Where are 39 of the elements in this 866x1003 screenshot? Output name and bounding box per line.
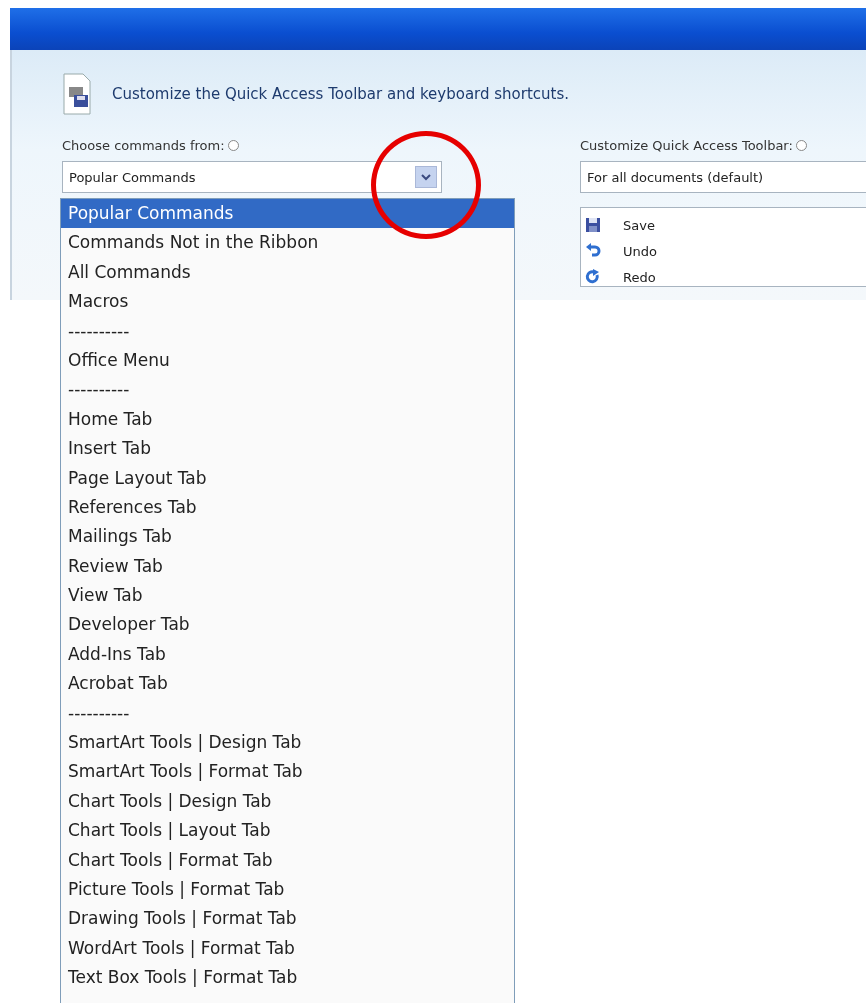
dropdown-option[interactable]: View Tab: [61, 581, 514, 611]
dropdown-option[interactable]: Commands Not in the Ribbon: [61, 228, 514, 258]
dropdown-option[interactable]: Page Layout Tab: [61, 463, 514, 493]
header-text: Customize the Quick Access Toolbar and keyboard shortcuts.: [112, 85, 570, 103]
dropdown-option[interactable]: Home Tab: [61, 404, 514, 435]
dropdown-option[interactable]: ----------: [61, 316, 514, 346]
commands-dropdown[interactable]: Popular Commands: [62, 161, 442, 193]
dropdown-option[interactable]: Chart Tools | Layout Tab: [61, 816, 514, 846]
dropdown-option[interactable]: Add-Ins Tab: [61, 639, 514, 670]
dropdown-option[interactable]: Chart Tools | Design Tab: [61, 786, 514, 817]
info-icon: [795, 139, 807, 151]
dropdown-option[interactable]: All Commands: [61, 257, 514, 288]
dropdown-option[interactable]: Macros: [61, 287, 514, 317]
info-icon: [227, 139, 239, 151]
dropdown-option[interactable]: ----------: [61, 698, 514, 729]
dropdown-option[interactable]: Insert Tab: [61, 434, 514, 464]
undo-icon: [585, 243, 601, 259]
command-item[interactable]: Undo: [623, 243, 657, 259]
dropdown-option[interactable]: SmartArt Tools | Format Tab: [61, 757, 514, 787]
toolbar-scope-dropdown[interactable]: For all documents (default): [580, 161, 866, 193]
dropdown-option[interactable]: Popular Commands: [61, 199, 514, 229]
dropdown-option[interactable]: Text Box Tools | Format Tab: [61, 963, 514, 993]
dropdown-option[interactable]: Acrobat Tab: [61, 669, 514, 699]
dropdown-option[interactable]: Picture Tools | Format Tab: [61, 875, 514, 905]
dropdown-option[interactable]: Developer Tab: [61, 610, 514, 640]
command-item[interactable]: Save: [623, 217, 655, 233]
dropdown-option[interactable]: Office Menu: [61, 345, 514, 376]
dropdown-option[interactable]: Mailings Tab: [61, 522, 514, 552]
customize-toolbar-label: Customize Quick Access Toolbar:: [580, 137, 793, 153]
command-item[interactable]: Redo: [623, 269, 656, 285]
dropdown-option[interactable]: WordArt Tools | Format Tab: [61, 933, 514, 964]
dropdown-option[interactable]: References Tab: [61, 492, 514, 523]
dropdown-option[interactable]: Chart Tools | Format Tab: [61, 845, 514, 875]
dropdown-option[interactable]: ----------: [61, 375, 514, 405]
dropdown-option[interactable]: SmartArt Tools | Design Tab: [61, 728, 514, 758]
dropdown-option[interactable]: Review Tab: [61, 551, 514, 582]
choose-commands-label: Choose commands from:: [62, 137, 225, 153]
dropdown-option[interactable]: Drawing Tools | Format Tab: [61, 904, 514, 934]
redo-icon: [585, 269, 601, 285]
